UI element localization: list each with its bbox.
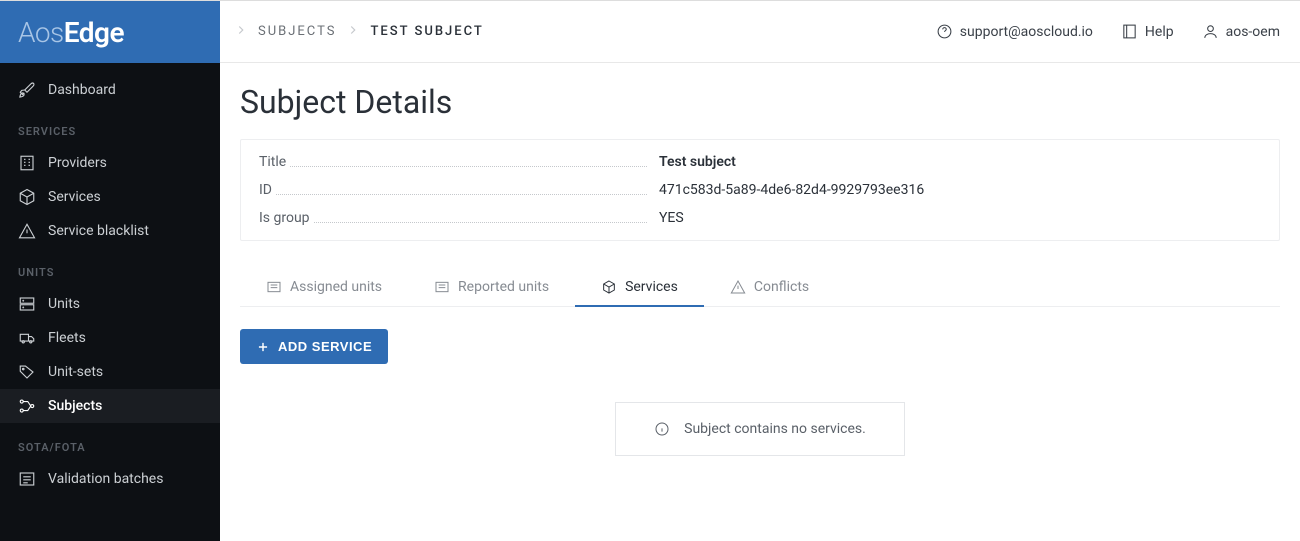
sidebar: AosEdge Dashboard SERVICES Providers Ser… — [0, 1, 220, 541]
add-service-button[interactable]: ADD SERVICE — [240, 329, 388, 364]
building-icon — [18, 154, 36, 172]
server-icon — [18, 295, 36, 313]
sidebar-item-units[interactable]: Units — [0, 287, 220, 321]
page-title: Subject Details — [240, 83, 1280, 121]
rocket-icon — [18, 81, 36, 99]
tag-icon — [18, 363, 36, 381]
detail-row-title: Title Test subject — [241, 148, 1279, 176]
list-icon — [434, 279, 450, 295]
sidebar-item-label: Fleets — [48, 330, 86, 346]
sidebar-item-label: Unit-sets — [48, 364, 103, 380]
list-icon — [266, 279, 282, 295]
content: Subject Details Title Test subject ID 47… — [220, 63, 1300, 541]
sidebar-item-label: Service blacklist — [48, 223, 149, 239]
truck-icon — [18, 329, 36, 347]
warning-icon — [18, 222, 36, 240]
tab-services[interactable]: Services — [575, 269, 704, 307]
user-menu[interactable]: aos-oem — [1202, 23, 1280, 40]
detail-value: 471c583d-5a89-4de6-82d4-9929793ee316 — [659, 182, 1261, 198]
cube-icon — [18, 188, 36, 206]
detail-value: Test subject — [659, 154, 1261, 170]
sidebar-item-label: Services — [48, 189, 101, 205]
book-icon — [1121, 23, 1138, 40]
details-card: Title Test subject ID 471c583d-5a89-4de6… — [240, 139, 1280, 241]
plus-icon — [256, 340, 270, 354]
cube-icon — [601, 279, 617, 295]
empty-state: Subject contains no services. — [615, 402, 905, 456]
help-link[interactable]: Help — [1121, 23, 1174, 40]
detail-value: YES — [659, 210, 1261, 226]
chevron-right-icon — [346, 23, 360, 41]
sidebar-item-dashboard[interactable]: Dashboard — [0, 73, 220, 107]
detail-label: Title — [259, 154, 659, 170]
tab-reported-units[interactable]: Reported units — [408, 269, 575, 307]
breadcrumb-parent[interactable]: SUBJECTS — [258, 24, 336, 39]
main: SUBJECTS TEST SUBJECT support@aoscloud.i… — [220, 1, 1300, 541]
tab-assigned-units[interactable]: Assigned units — [240, 269, 408, 307]
topbar-right: support@aoscloud.io Help aos-oem — [936, 23, 1280, 40]
sidebar-item-label: Validation batches — [48, 471, 163, 487]
topbar: SUBJECTS TEST SUBJECT support@aoscloud.i… — [220, 1, 1300, 63]
sidebar-item-fleets[interactable]: Fleets — [0, 321, 220, 355]
sidebar-item-label: Subjects — [48, 398, 102, 414]
detail-label: ID — [259, 182, 659, 198]
sidebar-item-label: Dashboard — [48, 82, 116, 98]
help-circle-icon — [936, 23, 953, 40]
sidebar-item-providers[interactable]: Providers — [0, 146, 220, 180]
breadcrumb-current: TEST SUBJECT — [370, 24, 483, 39]
user-icon — [1202, 23, 1219, 40]
detail-row-isgroup: Is group YES — [241, 204, 1279, 232]
detail-row-id: ID 471c583d-5a89-4de6-82d4-9929793ee316 — [241, 176, 1279, 204]
detail-label: Is group — [259, 210, 659, 226]
info-icon — [654, 421, 670, 437]
sidebar-item-validation-batches[interactable]: Validation batches — [0, 462, 220, 496]
sidebar-item-subjects[interactable]: Subjects — [0, 389, 220, 423]
breadcrumb: SUBJECTS TEST SUBJECT — [234, 23, 484, 41]
network-icon — [18, 397, 36, 415]
sidebar-item-unit-sets[interactable]: Unit-sets — [0, 355, 220, 389]
support-link[interactable]: support@aoscloud.io — [936, 23, 1093, 40]
sidebar-item-service-blacklist[interactable]: Service blacklist — [0, 214, 220, 248]
sidebar-item-label: Units — [48, 296, 80, 312]
chevron-right-icon — [234, 23, 248, 41]
tab-conflicts[interactable]: Conflicts — [704, 269, 835, 307]
tabs: Assigned units Reported units Services C… — [240, 269, 1280, 307]
sidebar-section-units: UNITS — [0, 248, 220, 287]
list-icon — [18, 470, 36, 488]
sidebar-section-services: SERVICES — [0, 107, 220, 146]
empty-message: Subject contains no services. — [684, 421, 866, 437]
logo-text: AosEdge — [18, 16, 124, 49]
sidebar-item-services[interactable]: Services — [0, 180, 220, 214]
sidebar-item-label: Providers — [48, 155, 107, 171]
logo[interactable]: AosEdge — [0, 1, 220, 63]
sidebar-section-sotafota: SOTA/FOTA — [0, 423, 220, 462]
warning-icon — [730, 279, 746, 295]
